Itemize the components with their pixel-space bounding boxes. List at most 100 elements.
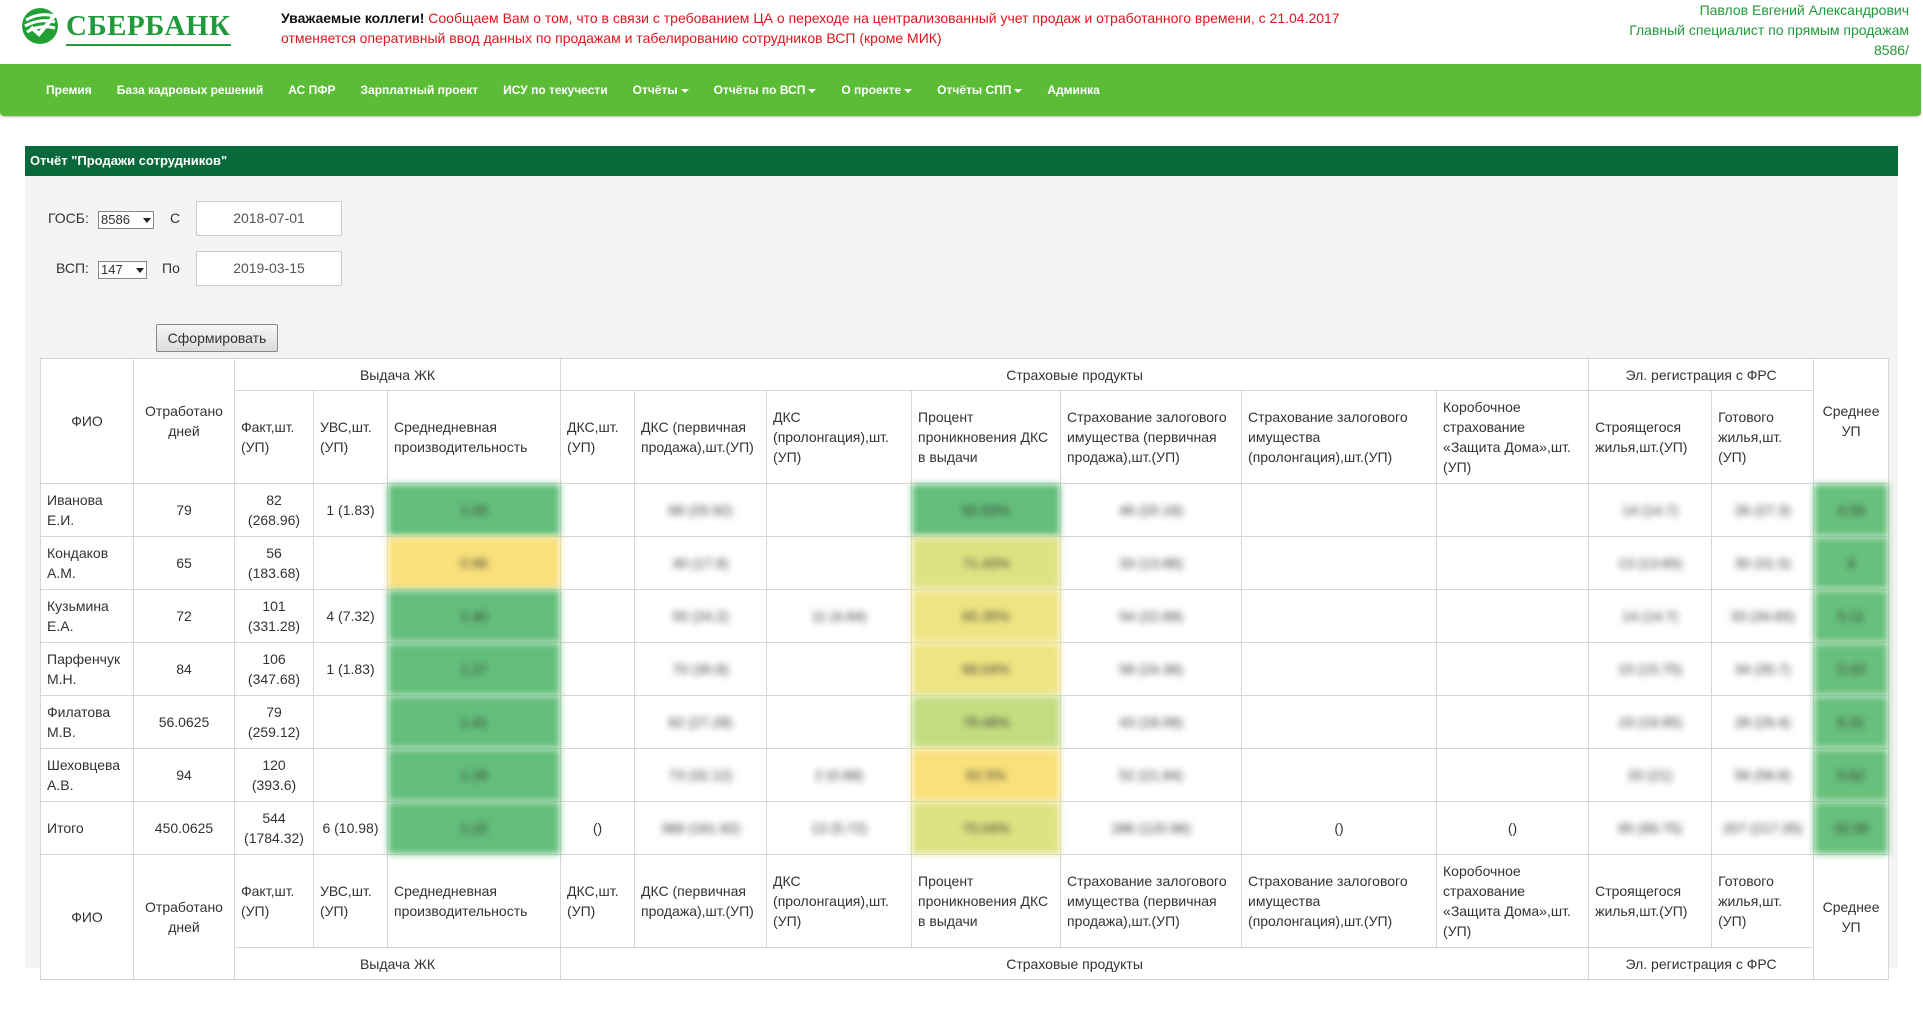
nav-item-7[interactable]: Отчёты по ВСП <box>702 83 830 97</box>
brand-name: СБЕРБАНК <box>66 9 231 46</box>
nav-item-4[interactable]: Зарплатный проект <box>349 83 492 97</box>
gosb-select-value: 8586 <box>101 212 130 227</box>
cell-fio: Кондаков А.М. <box>40 536 134 590</box>
cell-dks_pr: 13 (5.72) <box>766 801 913 855</box>
cell-col_p: 54 (22.68) <box>1060 589 1243 643</box>
gosb-label: ГОСБ: <box>48 210 89 226</box>
cell-uvs: 4 (7.32) <box>313 589 388 643</box>
cell-col_pr <box>1241 483 1438 537</box>
cell-rdy: 28 (29.4) <box>1711 695 1815 749</box>
cell-fio: Итого <box>40 801 134 855</box>
caret-down-icon <box>904 88 913 93</box>
cell-dks <box>560 642 636 696</box>
cell-col_pr <box>1241 536 1438 590</box>
header: СБЕРБАНК Уважаемые коллеги! Сообщаем Вам… <box>0 0 1923 64</box>
cell-up: 5.11 <box>1813 589 1890 643</box>
cell-dks_p: 68 (29.92) <box>634 483 768 537</box>
nav-item-label: Админка <box>1047 83 1100 97</box>
col-header-fact: Факт,шт.(УП) <box>234 390 314 484</box>
nav-item-label: Зарплатный проект <box>360 83 479 97</box>
cell-pct: 71.43% <box>911 536 1062 590</box>
cell-col_pr <box>1241 748 1438 802</box>
foot-group-zhk: Выдача ЖК <box>233 947 562 980</box>
foot-header-days: Отработано дней <box>133 854 235 980</box>
nav-item-label: АС ПФР <box>288 83 336 97</box>
cell-dks_p: 55 (24.2) <box>634 589 768 643</box>
cell-dks: () <box>560 801 636 855</box>
sberbank-logo[interactable]: СБЕРБАНК <box>20 6 231 46</box>
user-position: Главный специалист по прямым продажам <box>1629 22 1909 38</box>
nav-item-8[interactable]: О проекте <box>829 83 925 97</box>
cell-box: () <box>1436 801 1590 855</box>
col-header-collat-prolong: Страхование залогового имущества (пролон… <box>1241 390 1438 484</box>
cell-uvs: 6 (10.98) <box>313 801 388 855</box>
nav-item-5[interactable]: ИСУ по текучести <box>491 83 620 97</box>
cell-bld: 14 (14.7) <box>1588 483 1713 537</box>
nav-item-label: Отчёты <box>632 83 678 97</box>
table-total-row: Итого 450.0625 544 (1784.32) 6 (10.98) 1.22(… <box>40 801 1890 855</box>
nav-item-9[interactable]: Отчёты СПП <box>925 83 1035 97</box>
cell-fio: Кузьмина Е.А. <box>40 589 134 643</box>
date-to-input[interactable]: 2019-03-15 <box>196 251 342 286</box>
notice-line-1: Сообщаем Вам о том, что в связи с требов… <box>424 10 1340 26</box>
generate-button[interactable]: Сформировать <box>156 324 278 352</box>
group-header-frs: Эл. регистрация с ФРС <box>1588 358 1815 391</box>
nav-item-10[interactable]: Админка <box>1035 83 1112 97</box>
nav-item-1[interactable]: Премия <box>34 83 105 97</box>
cell-rdy: 26 (27.3) <box>1711 483 1815 537</box>
cell-days: 94 <box>133 748 235 802</box>
cell-dks_pr: 11 (4.84) <box>766 589 913 643</box>
cell-up: 4 <box>1813 536 1890 590</box>
cell-fact: 56 (183.68) <box>234 536 314 590</box>
cell-col_pr <box>1241 695 1438 749</box>
notice-line-2: отменяется оперативный ввод данных по пр… <box>281 30 942 46</box>
cell-up: 32.06 <box>1813 801 1890 855</box>
cell-box <box>1436 589 1590 643</box>
cell-bld: 95 (99.75) <box>1588 801 1713 855</box>
cell-dks <box>560 695 636 749</box>
cell-up: 5.62 <box>1813 748 1890 802</box>
cell-fio: Иванова Е.И. <box>40 483 134 537</box>
user-info: Павлов Евгений Александрович Главный спе… <box>1629 0 1909 60</box>
cell-col_pr <box>1241 589 1438 643</box>
date-from-input[interactable]: 2018-07-01 <box>196 201 342 236</box>
report-title: Отчёт "Продажи сотрудников" <box>25 146 1898 176</box>
table-row: Парфенчук М.Н. 84 106 (347.68) 1 (1.83) 1.27… <box>40 642 1890 696</box>
cell-col_p: 46 (20.16) <box>1060 483 1243 537</box>
cell-fio: Филатова М.В. <box>40 695 134 749</box>
user-name: Павлов Евгений Александрович <box>1699 2 1909 18</box>
cell-dks_p: 368 (161.92) <box>634 801 768 855</box>
col-header-fio: ФИО <box>40 358 134 484</box>
caret-down-icon <box>808 88 817 93</box>
col-header-dks: ДКС,шт.(УП) <box>560 390 636 484</box>
cell-col_p: 52 (21.84) <box>1060 748 1243 802</box>
cell-dks_pr: 2 (0.88) <box>766 748 913 802</box>
cell-rdy: 34 (35.7) <box>1711 642 1815 696</box>
cell-fact: 106 (347.68) <box>234 642 314 696</box>
cell-avg: 0.86 <box>386 536 562 590</box>
cell-fact: 544 (1784.32) <box>234 801 314 855</box>
foot-header-collat-primary: Страхование залогового имущества (первич… <box>1060 854 1243 948</box>
nav-item-label: О проекте <box>841 83 902 97</box>
gosb-select[interactable]: 8586 <box>98 211 154 229</box>
cell-bld: 14 (14.7) <box>1588 589 1713 643</box>
vsp-select[interactable]: 147 <box>98 261 147 279</box>
vsp-label: ВСП: <box>56 260 89 276</box>
nav-item-2[interactable]: База кадровых решений <box>105 83 277 97</box>
cell-box <box>1436 748 1590 802</box>
cell-box <box>1436 536 1590 590</box>
cell-pct: 78.48% <box>911 695 1062 749</box>
cell-avg: 1.28 <box>386 748 562 802</box>
cell-fact: 82 (268.96) <box>234 483 314 537</box>
cell-dks_pr <box>766 483 913 537</box>
nav-item-6[interactable]: Отчёты <box>621 83 702 97</box>
cell-fact: 79 (259.12) <box>234 695 314 749</box>
nav-item-3[interactable]: АС ПФР <box>276 83 348 97</box>
cell-days: 72 <box>133 589 235 643</box>
cell-box <box>1436 483 1590 537</box>
col-header-avg-up: Среднее УП <box>1813 358 1890 484</box>
cell-col_p: 33 (13.86) <box>1060 536 1243 590</box>
cell-days: 79 <box>133 483 235 537</box>
cell-col_pr: () <box>1241 801 1438 855</box>
cell-uvs: 1 (1.83) <box>313 483 388 537</box>
